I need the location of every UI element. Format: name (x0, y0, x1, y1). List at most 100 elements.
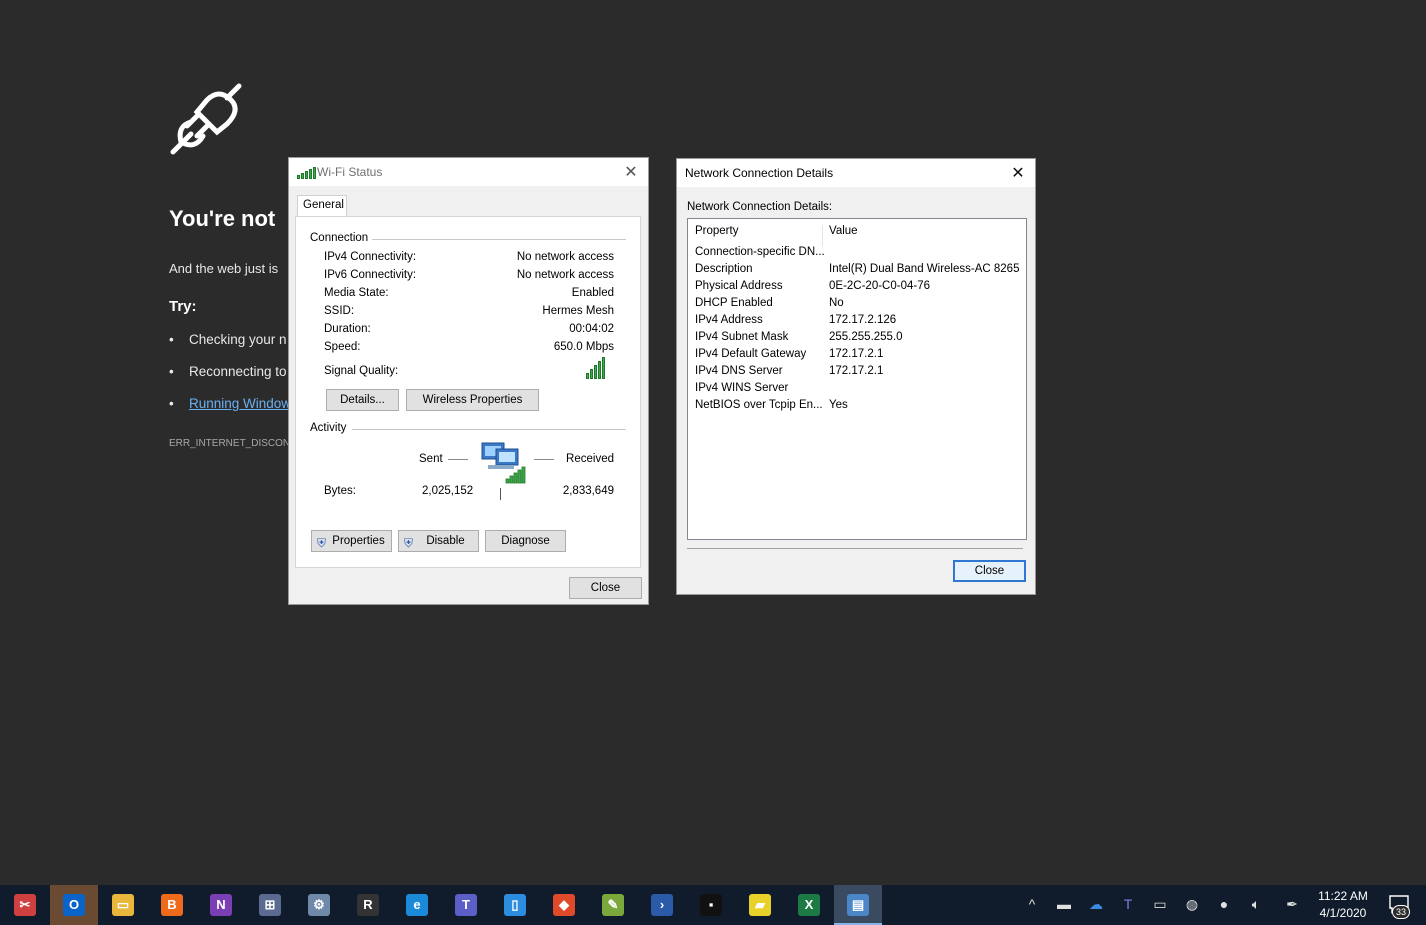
close-icon[interactable]: ✕ (1009, 163, 1027, 183)
onenote-icon: N (210, 894, 232, 916)
list-row[interactable]: IPv4 Address 172.17.2.126 (688, 313, 1026, 330)
offline-title: You're not (169, 206, 276, 231)
clock[interactable]: 11:22 AM 4/1/2020 (1313, 888, 1373, 922)
taskbar-app[interactable]: ▭ (99, 885, 147, 925)
control-panel-icon: ▤ (847, 894, 869, 916)
teams-icon: T (455, 894, 477, 916)
details-list[interactable]: Property Value Connection-specific DN...… (687, 218, 1027, 540)
list-row[interactable]: IPv4 DNS Server 172.17.2.1 (688, 364, 1026, 381)
onedrive-icon[interactable]: ☁ (1087, 895, 1105, 913)
taskbar-app[interactable]: e (393, 885, 441, 925)
divider (352, 429, 626, 430)
taskbar-app[interactable]: ✎ (589, 885, 637, 925)
details-close-button[interactable]: Close (953, 560, 1026, 582)
list-row[interactable]: NetBIOS over Tcpip En... Yes (688, 398, 1026, 415)
list-row[interactable]: DHCP Enabled No (688, 296, 1026, 313)
ipv6-connectivity-label: IPv6 Connectivity: (324, 269, 417, 281)
clock-date: 4/1/2020 (1319, 906, 1367, 920)
wifi-status-title: Wi-Fi Status (317, 165, 383, 179)
property-cell: Description (695, 263, 753, 275)
try-heading: Try: (169, 298, 197, 315)
uac-shield-icon: ⛨ (317, 536, 327, 550)
signal-bar (598, 361, 601, 379)
list-row[interactable]: IPv4 Subnet Mask 255.255.255.0 (688, 330, 1026, 347)
taskbar-app[interactable]: O (50, 885, 98, 925)
list-row[interactable]: Description Intel(R) Dual Band Wireless-A… (688, 262, 1026, 279)
bytes-sent-value: 2,025,152 (422, 485, 474, 497)
wifi-title-icon (297, 167, 316, 179)
taskbar-app[interactable]: B (148, 885, 196, 925)
taskbar-app[interactable]: ⊞ (246, 885, 294, 925)
snipping-tool-icon: ✂ (14, 894, 36, 916)
taskbar-app[interactable]: X (785, 885, 833, 925)
network-globe-icon[interactable]: ◍ (1183, 895, 1201, 913)
wifi-status-titlebar[interactable]: Wi-Fi Status ✕ (289, 158, 648, 186)
taskbar-app[interactable]: ▤ (834, 885, 882, 925)
location-icon[interactable]: ● (1215, 895, 1233, 913)
value-cell: 172.17.2.1 (829, 348, 884, 360)
ipv6-connectivity-value: No network access (516, 269, 614, 281)
diagnose-button[interactable]: Diagnose (485, 530, 566, 552)
list-row[interactable]: IPv4 Default Gateway 172.17.2.1 (688, 347, 1026, 364)
speed-label: Speed: (324, 341, 361, 353)
column-divider[interactable] (822, 225, 823, 247)
activity-group-label: Activity (310, 422, 351, 434)
edge-icon: e (406, 894, 428, 916)
details-rows: Connection-specific DN... Description Inte… (688, 245, 1026, 415)
uac-shield-icon: ⛨ (404, 536, 414, 550)
tab-general[interactable]: General (297, 195, 347, 217)
wifi-close-button[interactable]: Close (569, 577, 642, 599)
details-button[interactable]: Details... (326, 389, 399, 411)
property-cell: IPv4 Default Gateway (695, 348, 807, 360)
properties-button-label: Properties (332, 535, 385, 547)
pen-icon[interactable]: ✒ (1283, 895, 1301, 913)
taskbar-app[interactable]: ▯ (491, 885, 539, 925)
signal-quality-label: Signal Quality: (324, 365, 399, 377)
column-header-property[interactable]: Property (695, 225, 738, 237)
app-r-icon: R (357, 894, 379, 916)
unplugged-icon (170, 83, 242, 155)
taskbar-app[interactable]: ⚙ (295, 885, 343, 925)
value-cell: No (829, 297, 844, 309)
battery-icon[interactable]: ▭ (1151, 895, 1169, 913)
speed-value: 650.0 Mbps (553, 341, 614, 353)
divider (534, 459, 554, 460)
storage-icon[interactable]: ▬ (1055, 895, 1073, 913)
show-hidden-icons-icon[interactable]: ^ (1023, 895, 1041, 913)
taskbar-app[interactable]: ▰ (736, 885, 784, 925)
duration-label: Duration: (324, 323, 371, 335)
close-icon[interactable]: ✕ (622, 162, 640, 182)
taskbar-app[interactable]: T (442, 885, 490, 925)
volume-icon[interactable]: 🔈︎ (1247, 895, 1265, 913)
diagnostics-link[interactable]: Running Window (189, 396, 291, 411)
taskbar-app[interactable]: ✂ (1, 885, 49, 925)
divider (500, 488, 501, 500)
properties-button[interactable]: ⛨ Properties (311, 530, 392, 552)
network-details-titlebar[interactable]: Network Connection Details ✕ (677, 159, 1035, 187)
bytes-label: Bytes: (324, 485, 356, 497)
paint-icon: ◆ (553, 894, 575, 916)
bytes-received-value: 2,833,649 (562, 485, 614, 497)
divider (687, 548, 1023, 549)
ipv4-connectivity-value: No network access (516, 251, 614, 263)
wireless-properties-button[interactable]: Wireless Properties (406, 389, 539, 411)
chart-app-icon: ✎ (602, 894, 624, 916)
disable-button-label: Disable (426, 535, 465, 547)
divider (448, 459, 468, 460)
duration-value: 00:04:02 (569, 323, 614, 335)
taskbar-app[interactable]: ▪ (687, 885, 735, 925)
teams-tray-icon[interactable]: T (1119, 895, 1137, 913)
list-row[interactable]: Physical Address 0E-2C-20-C0-04-76 (688, 279, 1026, 296)
file-explorer-icon: ▭ (112, 894, 134, 916)
disable-button[interactable]: ⛨ Disable (398, 530, 479, 552)
list-row[interactable]: IPv4 WINS Server (688, 381, 1026, 398)
taskbar-app[interactable]: R (344, 885, 392, 925)
property-cell: DHCP Enabled (695, 297, 773, 309)
column-header-value[interactable]: Value (829, 225, 858, 237)
taskbar-app[interactable]: › (638, 885, 686, 925)
property-cell: NetBIOS over Tcpip En... (695, 399, 823, 411)
list-row[interactable]: Connection-specific DN... (688, 245, 1026, 262)
taskbar-app[interactable]: N (197, 885, 245, 925)
network-details-title: Network Connection Details (685, 166, 834, 180)
taskbar-app[interactable]: ◆ (540, 885, 588, 925)
